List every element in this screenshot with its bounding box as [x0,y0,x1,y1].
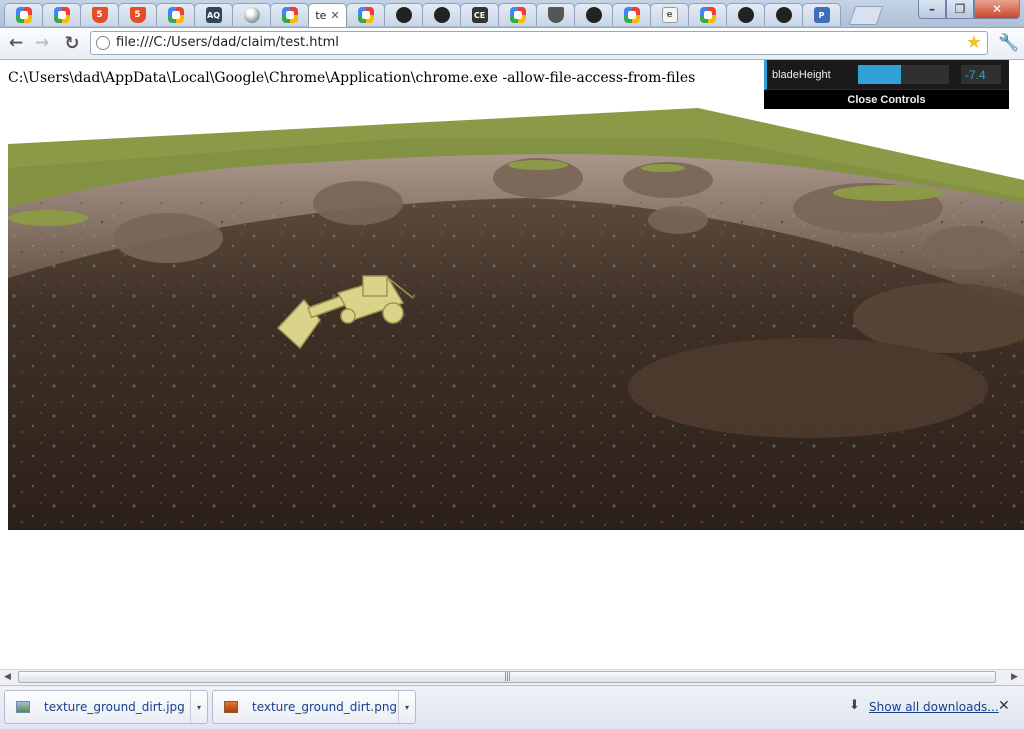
github-icon [433,7,450,23]
page-content: C:\Users\dad\AppData\Local\Google\Chrome… [0,60,1024,669]
browser-tab[interactable]: te ✕ [308,3,347,27]
scroll-thumb[interactable]: ||| [18,671,996,683]
image-file-icon [224,701,238,713]
scroll-left-icon[interactable]: ◀ [4,672,11,682]
shield-icon [547,7,564,23]
download-filename[interactable]: texture_ground_dirt.jpg [44,700,185,714]
download-shelf: texture_ground_dirt.jpg ▾ texture_ground… [0,685,1024,729]
browser-tab[interactable] [384,3,423,26]
google-icon [15,7,32,23]
google-icon [53,7,70,23]
browser-tab[interactable] [232,3,271,26]
browser-tab[interactable] [688,3,727,26]
tab-title: te [315,9,327,22]
download-menu-arrow-icon[interactable]: ▾ [398,691,415,723]
slider-fill [858,65,901,84]
image-file-icon [16,701,30,713]
forward-button[interactable]: → [31,32,53,54]
browser-tab[interactable] [498,3,537,26]
browser-tab[interactable]: P [802,3,841,26]
browser-tab[interactable] [574,3,613,26]
blade-height-label: bladeHeight [772,68,831,81]
blade-height-control: bladeHeight -7.4 [764,60,1009,90]
tab-list: 5 5 AQ te ✕ CE e P [4,3,884,27]
blade-height-slider[interactable] [858,65,949,84]
github-icon [775,7,792,23]
maximize-button[interactable]: ❐ [946,0,974,19]
command-line-text: C:\Users\dad\AppData\Local\Google\Chrome… [8,70,696,86]
p-icon: P [813,7,830,23]
forward-arrow-icon: → [34,33,50,53]
google-icon [357,7,374,23]
page-icon: e [661,7,678,23]
google-icon [623,7,640,23]
close-controls-button[interactable]: Close Controls [764,90,1009,109]
browser-tab[interactable] [270,3,309,26]
browser-tab[interactable] [764,3,803,26]
window-controls: – ❐ ✕ [918,0,1020,19]
download-menu-arrow-icon[interactable]: ▾ [190,691,207,723]
aq-icon: AQ [205,7,222,23]
google-icon [509,7,526,23]
browser-tab[interactable] [4,3,43,26]
browser-tab[interactable] [156,3,195,26]
tab-close-icon[interactable]: ✕ [330,9,339,22]
minimize-button[interactable]: – [918,0,946,19]
browser-tab[interactable]: 5 [118,3,157,26]
back-arrow-icon: ← [8,33,24,53]
bookmark-star-icon[interactable]: ★ [966,32,982,53]
toolbar: ← → ↻ file:///C:/Users/dad/claim/test.ht… [0,28,1024,60]
grip-icon: ||| [504,672,511,682]
google-icon [699,7,716,23]
browser-tab[interactable] [422,3,461,26]
download-filename[interactable]: texture_ground_dirt.png [252,700,397,714]
browser-tab[interactable]: 5 [80,3,119,26]
google-icon [167,7,184,23]
close-shelf-icon[interactable]: ✕ [998,698,1010,714]
show-all-downloads-link[interactable]: Show all downloads... [849,700,999,714]
ce-icon: CE [471,7,488,23]
html5-icon: 5 [91,7,108,23]
globe-icon [243,7,260,23]
github-icon [737,7,754,23]
download-item[interactable]: texture_ground_dirt.png ▾ [212,690,416,724]
page-info-icon[interactable] [96,36,110,50]
browser-tab[interactable] [612,3,651,26]
tab-strip: 5 5 AQ te ✕ CE e P – ❐ ✕ [0,0,1024,28]
controls-panel: bladeHeight -7.4 Close Controls [764,60,1009,109]
reload-icon: ↻ [64,32,80,54]
scroll-right-icon[interactable]: ▶ [1011,672,1018,682]
download-item[interactable]: texture_ground_dirt.jpg ▾ [4,690,208,724]
browser-tab[interactable]: CE [460,3,499,26]
github-icon [585,7,602,23]
url-text[interactable]: file:///C:/Users/dad/claim/test.html [116,35,339,50]
github-icon [395,7,412,23]
browser-tab[interactable] [42,3,81,26]
browser-tab[interactable]: AQ [194,3,233,26]
new-tab-button[interactable] [848,6,884,25]
reload-button[interactable]: ↻ [61,32,83,54]
html5-icon: 5 [129,7,146,23]
close-window-button[interactable]: ✕ [974,0,1020,19]
browser-tab[interactable]: e [650,3,689,26]
browser-tab[interactable] [536,3,575,26]
google-icon [281,7,298,23]
back-button[interactable]: ← [5,32,27,54]
browser-tab[interactable] [726,3,765,26]
browser-tab[interactable] [346,3,385,26]
webgl-canvas[interactable] [8,108,1024,530]
wrench-menu-icon[interactable]: 🔧 [998,33,1019,53]
horizontal-scrollbar[interactable]: ◀ ||| ▶ [0,669,1024,685]
address-bar[interactable]: file:///C:/Users/dad/claim/test.html ★ [90,31,988,55]
blade-height-value-input[interactable]: -7.4 [961,65,1001,84]
